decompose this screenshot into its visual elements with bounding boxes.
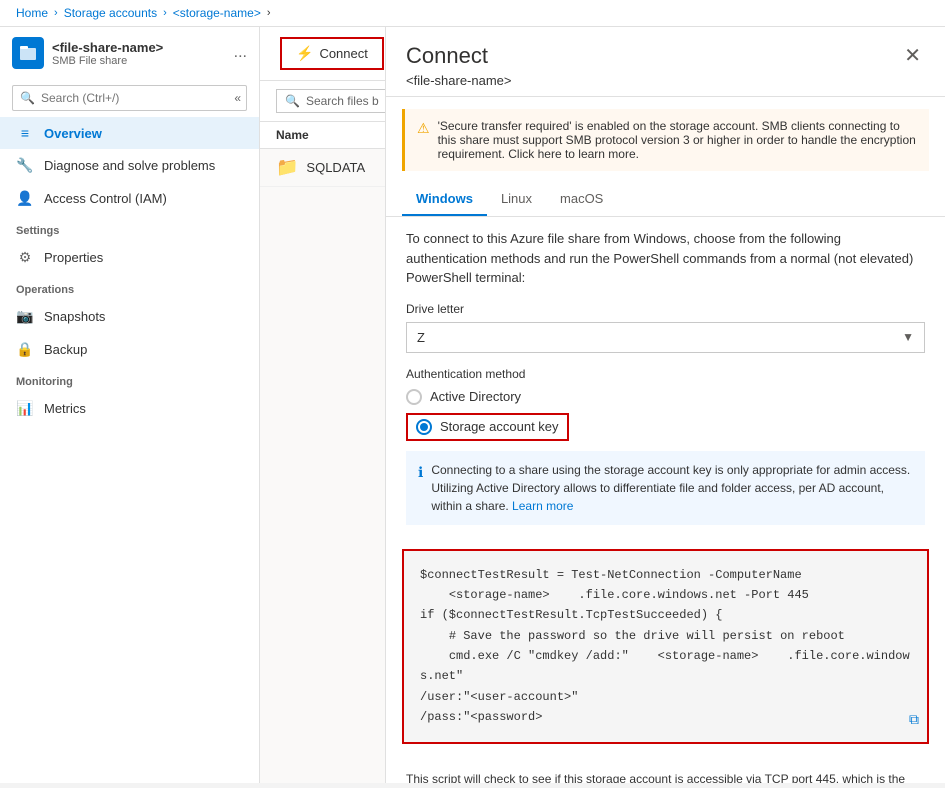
settings-section-label: Settings [0,215,259,241]
monitoring-section-label: Monitoring [0,366,259,392]
radio-key-selected-wrapper: Storage account key [406,413,569,441]
panel-description: To connect to this Azure file share from… [406,229,925,288]
sidebar-metrics-label: Metrics [44,401,86,416]
sidebar-snapshots-label: Snapshots [44,309,105,324]
warning-icon: ⚠ [417,120,430,161]
code-line-6: /user:"<user-account>" [420,687,911,707]
panel-subtitle: <file-share-name> [406,73,512,88]
panel-title-block: Connect <file-share-name> [406,43,512,88]
radio-storage-key[interactable]: Storage account key [406,413,925,441]
sidebar-header: <file-share-name> SMB File share ... [0,27,259,79]
breadcrumb-storage-name: <storage-name> [173,6,261,20]
code-block: $connectTestResult = Test-NetConnection … [402,549,929,744]
connect-button[interactable]: ⚡ Connect [280,37,384,70]
backup-icon: 🔒 [16,341,34,358]
code-line-5: cmd.exe /C "cmdkey /add:" <storage-name>… [420,646,911,687]
sidebar-overview-label: Overview [44,126,102,141]
file-search-label: Search files b [306,94,379,108]
bottom-text-1: This script will check to see if this st… [406,772,910,783]
code-line-3: if ($connectTestResult.TcpTestSucceeded)… [420,605,911,625]
file-search-icon: 🔍 [285,94,300,108]
copy-icon[interactable]: ⧉ [909,710,919,734]
iam-icon: 👤 [16,190,34,207]
code-line-4: # Save the password so the drive will pe… [420,626,911,646]
breadcrumb: Home › Storage accounts › <storage-name>… [0,0,945,27]
operations-section-label: Operations [0,274,259,300]
file-search-container: 🔍 Search files b [276,89,388,113]
overview-icon: ≡ [16,125,34,141]
radio-key-inner [420,423,428,431]
radio-active-directory[interactable]: Active Directory [406,389,925,405]
connect-panel: Connect <file-share-name> ✕ ⚠ 'Secure tr… [385,27,945,783]
connect-button-icon: ⚡ [296,45,313,62]
sidebar: <file-share-name> SMB File share ... 🔍 «… [0,27,260,783]
search-icon: 🔍 [20,91,35,105]
breadcrumb-storage-accounts[interactable]: Storage accounts [64,6,157,20]
snapshots-icon: 📷 [16,308,34,325]
sidebar-more-options[interactable]: ... [234,44,247,62]
warning-text: 'Secure transfer required' is enabled on… [438,119,917,161]
file-name: SQLDATA [306,160,365,175]
sidebar-item-backup[interactable]: 🔒 Backup [0,333,259,366]
drive-letter-value: Z [417,330,425,345]
sidebar-properties-label: Properties [44,250,103,265]
file-share-icon [12,37,44,69]
sidebar-file-name: <file-share-name> [52,40,163,55]
drive-letter-label: Drive letter [406,302,925,316]
panel-windows-section: To connect to this Azure file share from… [386,217,945,549]
panel-title: Connect [406,43,512,69]
breadcrumb-sep-1: › [54,7,58,19]
metrics-icon: 📊 [16,400,34,417]
sidebar-iam-label: Access Control (IAM) [44,191,167,206]
tab-macos[interactable]: macOS [546,183,617,216]
auth-radio-group: Active Directory Storage account key [406,389,925,441]
panel-tabs: Windows Linux macOS [386,183,945,217]
code-line-1: $connectTestResult = Test-NetConnection … [420,565,911,585]
breadcrumb-sep-2: › [163,7,167,19]
sidebar-title-block: <file-share-name> SMB File share [52,40,163,67]
breadcrumb-sep-3: › [267,7,271,19]
file-table-name-col: Name [276,128,309,142]
radio-key-circle [416,419,432,435]
properties-icon: ⚙ [16,249,34,266]
info-box: ℹ Connecting to a share using the storag… [406,451,925,525]
sidebar-subtitle: SMB File share [52,55,163,67]
panel-close-button[interactable]: ✕ [900,43,925,68]
auth-method-label: Authentication method [406,367,925,381]
sidebar-item-overview[interactable]: ≡ Overview [0,117,259,149]
sidebar-diagnose-label: Diagnose and solve problems [44,158,215,173]
radio-key-label: Storage account key [440,419,559,434]
main-content: ⚡ Connect 🔍 Search files b Name 📁 SQLDAT… [260,27,945,783]
breadcrumb-home[interactable]: Home [16,6,48,20]
sidebar-item-snapshots[interactable]: 📷 Snapshots [0,300,259,333]
sidebar-item-diagnose[interactable]: 🔧 Diagnose and solve problems [0,149,259,182]
sidebar-search-input[interactable] [12,85,247,111]
bottom-description: This script will check to see if this st… [386,758,945,783]
dropdown-arrow-icon: ▼ [902,330,914,344]
radio-ad-circle [406,389,422,405]
sidebar-item-properties[interactable]: ⚙ Properties [0,241,259,274]
panel-body: ⚠ 'Secure transfer required' is enabled … [386,97,945,783]
collapse-icon[interactable]: « [234,91,241,105]
tab-linux[interactable]: Linux [487,183,546,216]
info-text: Connecting to a share using the storage … [431,461,913,515]
drive-letter-dropdown[interactable]: Z ▼ [406,322,925,353]
folder-icon: 📁 [276,157,298,178]
sidebar-search-box: 🔍 « [12,85,247,111]
sidebar-backup-label: Backup [44,342,87,357]
sidebar-item-metrics[interactable]: 📊 Metrics [0,392,259,425]
radio-ad-label: Active Directory [430,389,521,404]
diagnose-icon: 🔧 [16,157,34,174]
panel-header: Connect <file-share-name> ✕ [386,27,945,97]
info-icon: ℹ [418,462,423,515]
learn-more-link[interactable]: Learn more [512,499,573,513]
tab-windows[interactable]: Windows [402,183,487,216]
sidebar-item-access-control[interactable]: 👤 Access Control (IAM) [0,182,259,215]
connect-button-label: Connect [319,46,367,61]
code-line-2: <storage-name> .file.core.windows.net -P… [420,585,911,605]
code-line-7: /pass:"<password> [420,707,911,727]
warning-banner: ⚠ 'Secure transfer required' is enabled … [402,109,929,171]
